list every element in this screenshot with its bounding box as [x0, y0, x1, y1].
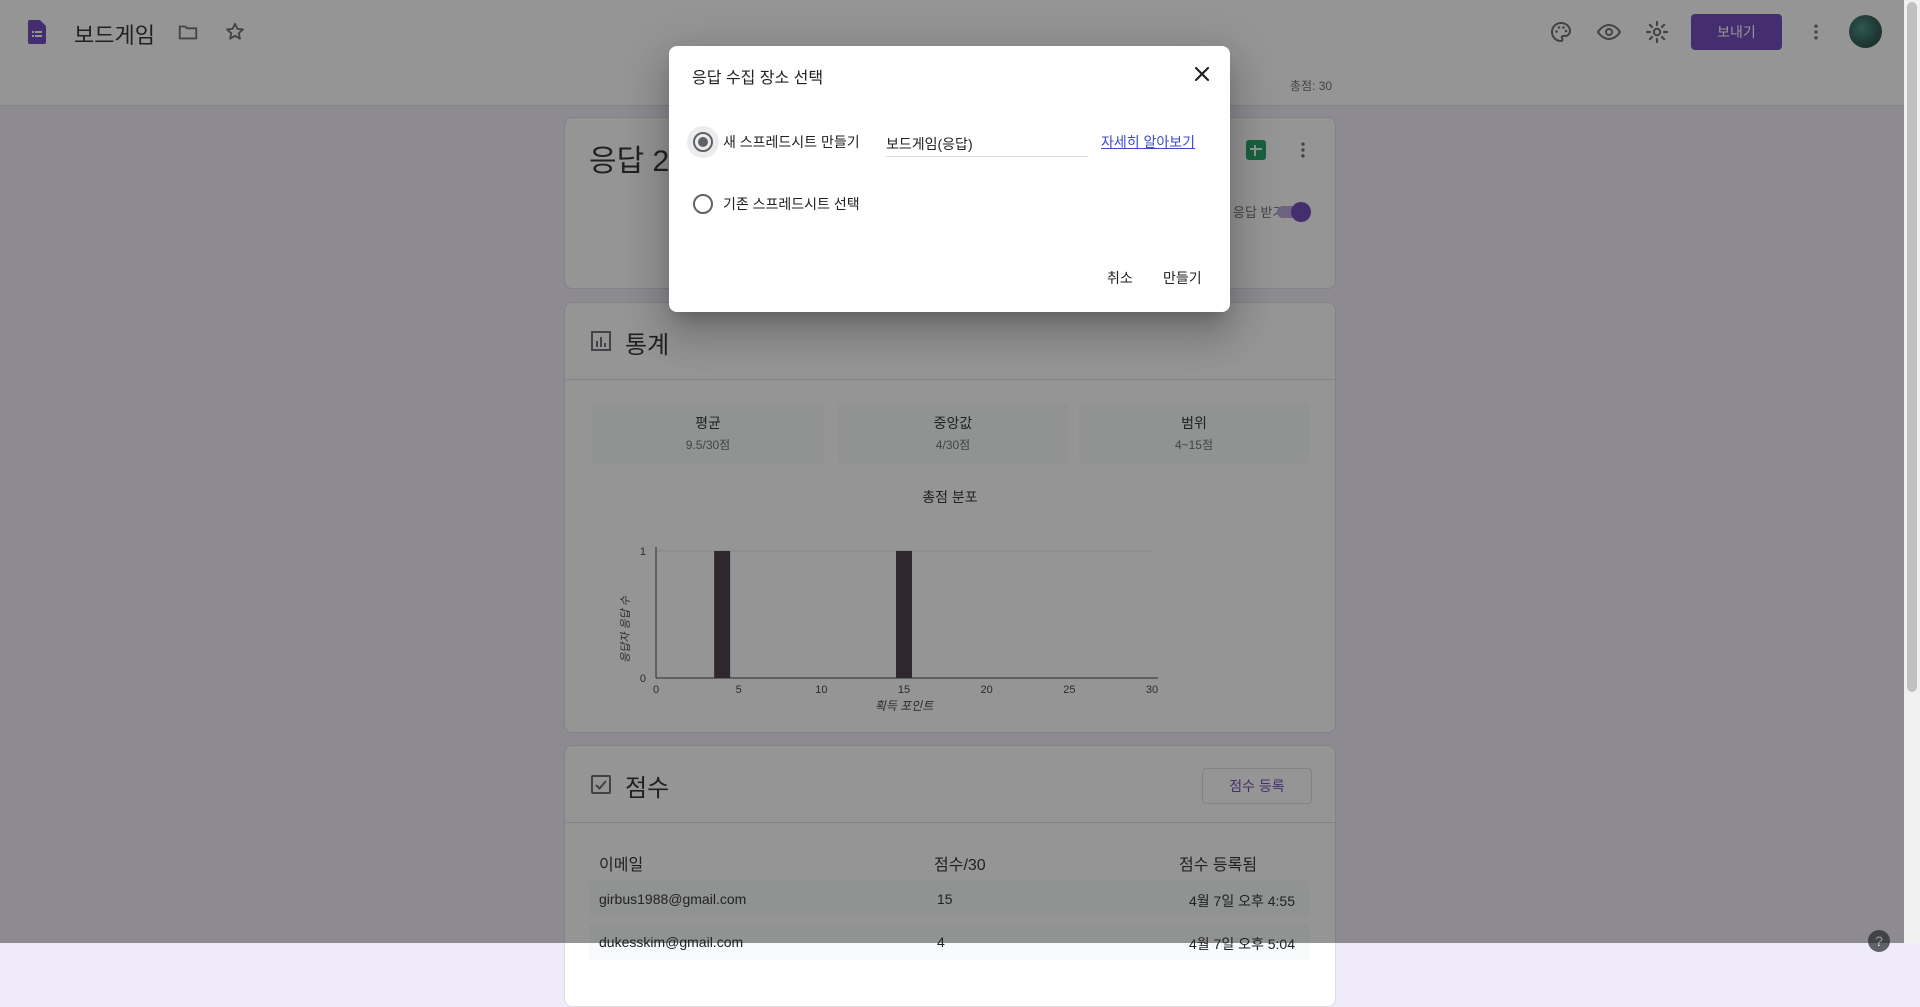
response-destination-dialog: 응답 수집 장소 선택 새 스프레드시트 만들기 자세히 알아보기 기존 스프레… [669, 46, 1230, 312]
page-scrollbar[interactable] [1904, 0, 1920, 943]
dialog-title: 응답 수집 장소 선택 [692, 70, 824, 87]
radio-existing-spreadsheet[interactable] [693, 194, 713, 214]
scrollbar-thumb[interactable] [1907, 2, 1917, 692]
option-existing-spreadsheet-label[interactable]: 기존 스프레드시트 선택 [723, 194, 860, 214]
create-button[interactable]: 만들기 [1155, 262, 1210, 294]
cancel-button[interactable]: 취소 [1099, 262, 1141, 294]
option-new-spreadsheet-label[interactable]: 새 스프레드시트 만들기 [723, 132, 860, 152]
spreadsheet-name-input[interactable] [886, 132, 1088, 157]
radio-new-spreadsheet[interactable] [687, 126, 719, 158]
learn-more-link[interactable]: 자세히 알아보기 [1101, 132, 1195, 152]
close-icon[interactable] [1190, 62, 1214, 86]
